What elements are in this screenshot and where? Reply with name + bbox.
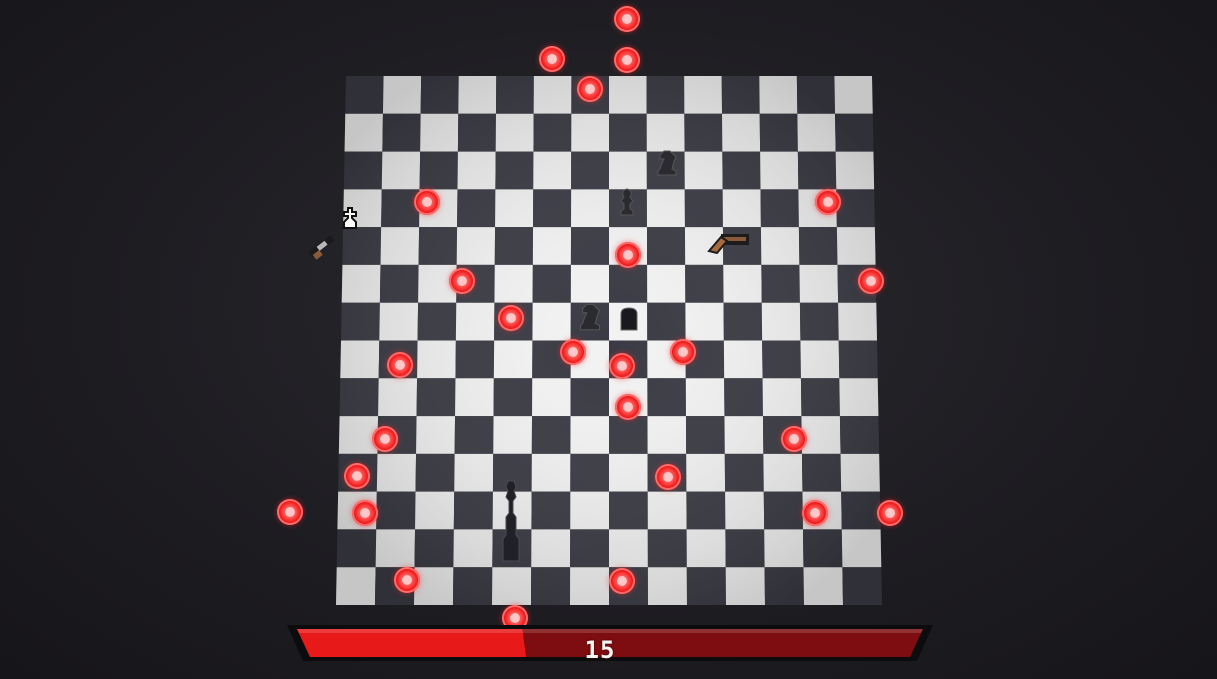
red-bullet [372, 426, 398, 452]
shotgun-pickup[interactable] [705, 229, 751, 257]
red-bullet [498, 305, 524, 331]
health-bar-fill [297, 629, 526, 657]
red-bullet [615, 242, 641, 268]
pawn-piece [620, 188, 634, 216]
knight-piece-2 [579, 303, 601, 331]
pawn-icon [620, 188, 634, 216]
knight-icon [657, 150, 677, 176]
knight-piece [657, 150, 677, 176]
red-bullet [577, 76, 603, 102]
red-bullet [670, 339, 696, 365]
red-bullet [614, 6, 640, 32]
shotgun-icon [707, 234, 749, 255]
score-counter: 15 [584, 636, 616, 664]
red-bullet [277, 499, 303, 525]
red-bullet [609, 568, 635, 594]
red-bullet [449, 268, 475, 294]
red-bullet [387, 352, 413, 378]
red-bullet [352, 500, 378, 526]
red-bullet [877, 500, 903, 526]
shotgun-icon [308, 235, 335, 260]
red-bullet [815, 189, 841, 215]
red-bullet [802, 500, 828, 526]
knight-icon [579, 303, 601, 331]
king-icon [343, 207, 357, 229]
red-bullet [560, 339, 586, 365]
red-bullet [858, 268, 884, 294]
board-shading [336, 76, 882, 605]
bishop-piece [502, 480, 520, 562]
bishop-icon [502, 480, 520, 562]
health-bar-shine [297, 629, 923, 633]
game-scene: 15 [0, 0, 1217, 679]
player-shotgun [308, 235, 335, 260]
red-bullet [539, 46, 565, 72]
rook-icon [620, 307, 638, 331]
red-bullet [344, 463, 370, 489]
player-king[interactable] [339, 206, 361, 232]
red-bullet [655, 464, 681, 490]
red-bullet [614, 47, 640, 73]
red-bullet [394, 567, 420, 593]
red-bullet [615, 394, 641, 420]
red-bullet [781, 426, 807, 452]
red-bullet [414, 189, 440, 215]
red-bullet [609, 353, 635, 379]
rook-piece [620, 307, 638, 331]
